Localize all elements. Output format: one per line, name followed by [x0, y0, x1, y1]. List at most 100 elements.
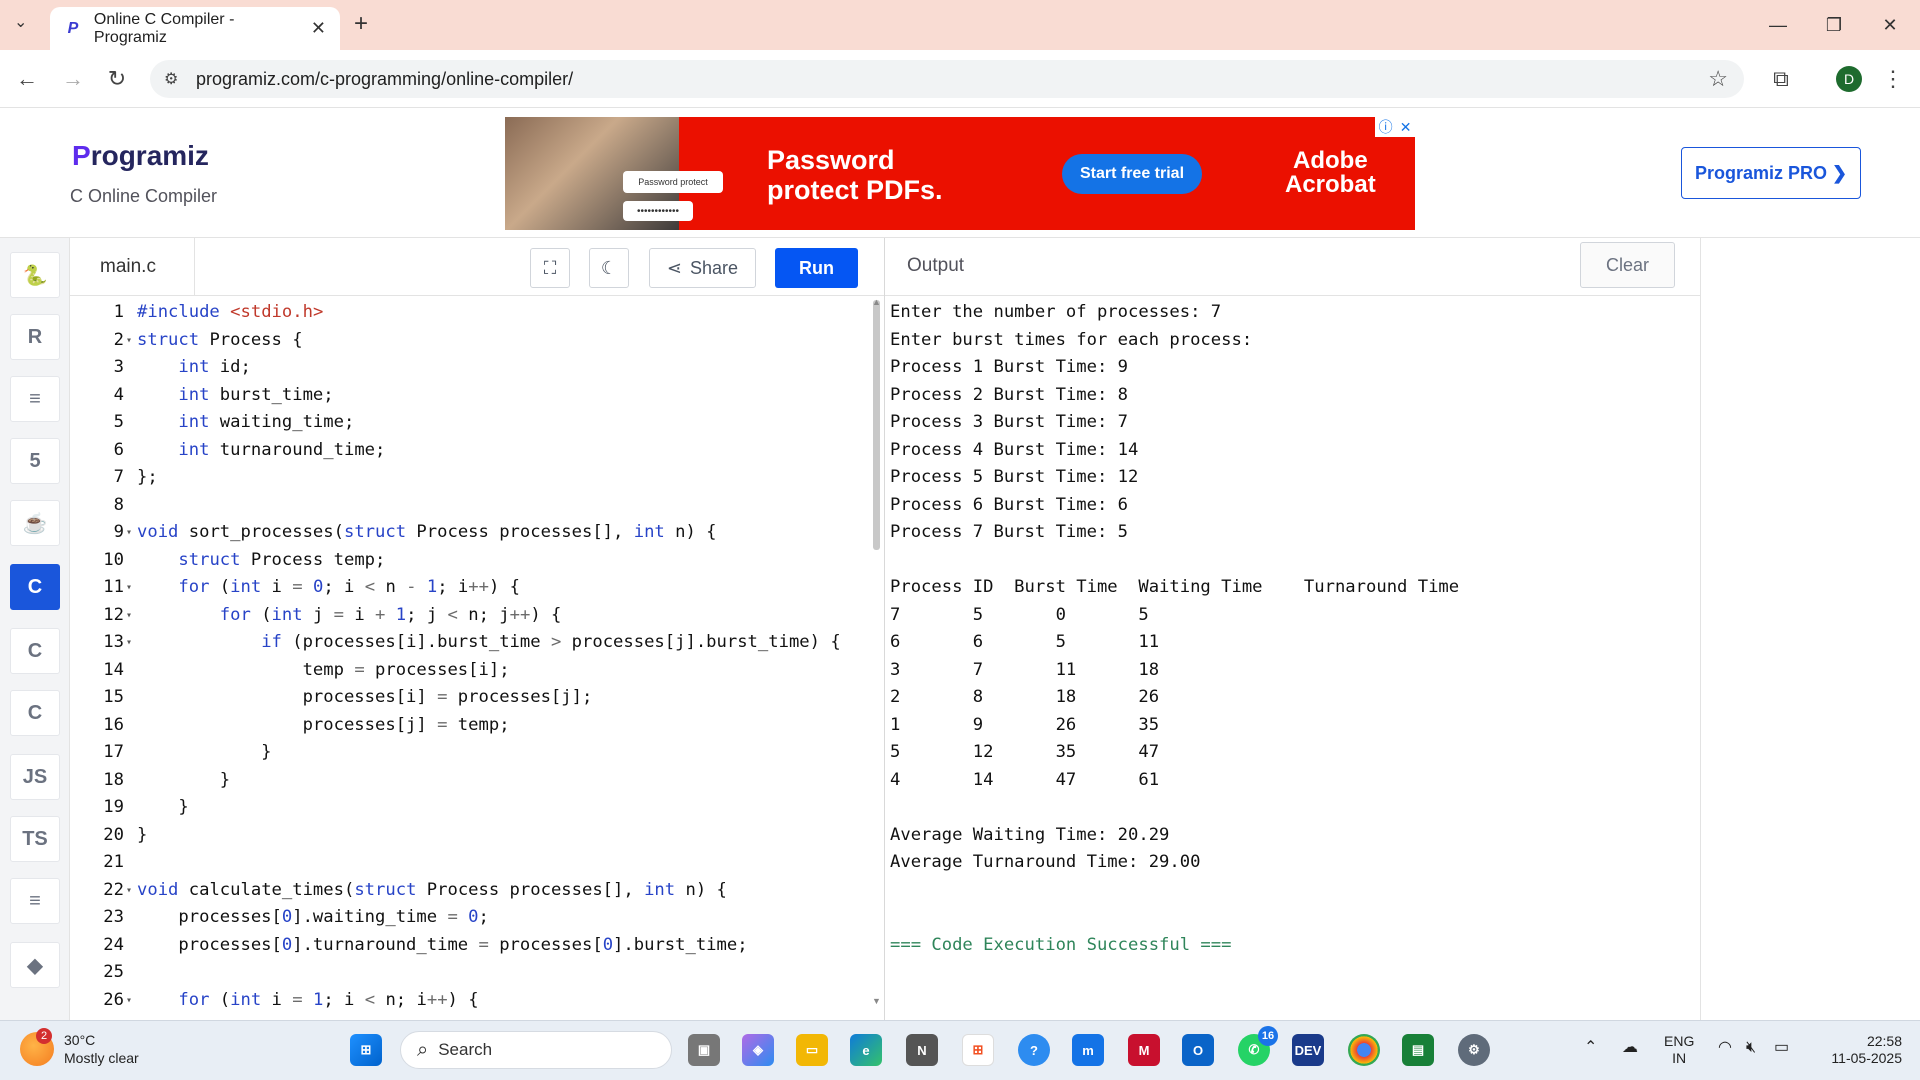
- mylio-icon[interactable]: m: [1072, 1034, 1104, 1066]
- code-line[interactable]: processes[0].waiting_time = 0;: [137, 904, 489, 932]
- site-info-icon[interactable]: ⚙: [164, 69, 178, 89]
- edge-icon[interactable]: e: [850, 1034, 882, 1066]
- volume-muted-icon[interactable]: 🔇︎: [1746, 1039, 1756, 1056]
- clear-button[interactable]: Clear: [1580, 242, 1675, 288]
- ad-choices-icon[interactable]: ⓘ ✕: [1375, 117, 1415, 137]
- programiz-pro-button[interactable]: Programiz PRO ❯: [1681, 147, 1861, 199]
- code-line[interactable]: int turnaround_time;: [137, 437, 385, 465]
- reload-icon[interactable]: ↻: [100, 62, 134, 96]
- new-tab-icon[interactable]: +: [354, 10, 368, 38]
- fold-arrow-icon[interactable]: ▾: [126, 602, 132, 630]
- code-line[interactable]: int burst_time;: [137, 382, 333, 410]
- wifi-icon[interactable]: ◠: [1718, 1039, 1732, 1056]
- share-button[interactable]: ⋖ Share: [649, 248, 756, 288]
- code-line[interactable]: processes[j] = temp;: [137, 712, 510, 740]
- language-indicator[interactable]: ENG IN: [1664, 1033, 1694, 1067]
- browser-menu-icon[interactable]: ⋮: [1876, 62, 1910, 96]
- classroom-icon[interactable]: ▤: [1402, 1034, 1434, 1066]
- start-icon[interactable]: ⊞: [350, 1034, 382, 1066]
- dark-mode-icon[interactable]: ☾: [589, 248, 629, 288]
- whatsapp-icon[interactable]: ✆ 16: [1238, 1026, 1278, 1066]
- extensions-icon[interactable]: ⧉: [1764, 62, 1798, 96]
- mcafee-icon[interactable]: M: [1128, 1034, 1160, 1066]
- code-line[interactable]: int waiting_time;: [137, 409, 354, 437]
- scroll-up-icon[interactable]: ▲: [872, 297, 881, 307]
- battery-icon[interactable]: ▭: [1774, 1039, 1789, 1056]
- code-line[interactable]: }: [137, 739, 271, 767]
- code-line[interactable]: }: [137, 767, 230, 795]
- code-line[interactable]: struct Process temp;: [137, 547, 385, 575]
- sidebar-item-js[interactable]: JS: [10, 754, 60, 800]
- programiz-logo[interactable]: Programiz: [72, 140, 209, 172]
- sidebar-item-ts[interactable]: TS: [10, 816, 60, 862]
- task-view-icon[interactable]: ▣: [688, 1034, 720, 1066]
- chrome-icon[interactable]: [1348, 1034, 1380, 1066]
- code-line[interactable]: #include <stdio.h>: [137, 299, 323, 327]
- code-line[interactable]: processes[0].turnaround_time = processes…: [137, 932, 747, 960]
- profile-avatar[interactable]: D: [1836, 66, 1862, 92]
- code-line[interactable]: int id;: [137, 354, 250, 382]
- fold-arrow-icon[interactable]: ▾: [126, 629, 132, 657]
- forward-icon[interactable]: →: [56, 62, 90, 96]
- taskbar-search[interactable]: ⌕ Search: [400, 1031, 672, 1069]
- fullscreen-icon[interactable]: ⛶: [530, 248, 570, 288]
- notion-icon[interactable]: N: [906, 1034, 938, 1066]
- output-line: 1 9 26 35: [890, 714, 1160, 735]
- weather-widget[interactable]: 2 30°C Mostly clear: [20, 1028, 139, 1067]
- devcpp-icon[interactable]: DEV: [1292, 1034, 1324, 1066]
- fold-arrow-icon[interactable]: ▾: [126, 877, 132, 905]
- file-tab[interactable]: main.c: [70, 238, 195, 296]
- onedrive-icon[interactable]: ☁: [1622, 1039, 1638, 1056]
- bookmark-star-icon[interactable]: ☆: [1708, 66, 1728, 92]
- minimize-icon[interactable]: —: [1758, 10, 1798, 40]
- sidebar-item-python[interactable]: 🐍: [10, 252, 60, 298]
- code-line[interactable]: for (int j = i + 1; j < n; j++) {: [137, 602, 562, 630]
- fold-arrow-icon[interactable]: ▾: [126, 519, 132, 547]
- close-window-icon[interactable]: ✕: [1870, 10, 1910, 40]
- scroll-down-icon[interactable]: ▼: [872, 996, 881, 1006]
- sidebar-item-go[interactable]: ≡: [10, 878, 60, 924]
- sidebar-item-c[interactable]: C: [10, 564, 60, 610]
- fold-arrow-icon[interactable]: ▾: [126, 327, 132, 355]
- ms-store-icon[interactable]: ⊞: [962, 1034, 994, 1066]
- code-line[interactable]: void calculate_times(struct Process proc…: [137, 877, 727, 905]
- fold-arrow-icon[interactable]: ▾: [126, 574, 132, 602]
- browser-tab[interactable]: P Online C Compiler - Programiz ✕: [50, 7, 340, 50]
- code-line[interactable]: temp = processes[i];: [137, 657, 510, 685]
- code-line[interactable]: if (processes[i].burst_time > processes[…: [137, 629, 841, 657]
- sidebar-item-html[interactable]: 5: [10, 438, 60, 484]
- code-line[interactable]: for (int i = 0; i < n - 1; i++) {: [137, 574, 520, 602]
- outlook-icon[interactable]: O: [1182, 1034, 1214, 1066]
- settings-icon[interactable]: ⚙: [1458, 1034, 1490, 1066]
- sidebar-item-cpp[interactable]: C: [10, 628, 60, 674]
- code-line[interactable]: };: [137, 464, 158, 492]
- sidebar-item-r[interactable]: R: [10, 314, 60, 360]
- close-tab-icon[interactable]: ✕: [311, 18, 326, 39]
- code-line[interactable]: for (int i = 1; i < n; i++) {: [137, 987, 478, 1015]
- tray-chevron-icon[interactable]: ⌃: [1584, 1039, 1597, 1056]
- sidebar-item-csharp[interactable]: C: [10, 690, 60, 736]
- sidebar-item-sql[interactable]: ≡: [10, 376, 60, 422]
- back-icon[interactable]: ←: [10, 62, 44, 96]
- clock[interactable]: 22:58 11-05-2025: [1816, 1033, 1902, 1067]
- code-line[interactable]: struct Process {: [137, 327, 303, 355]
- copilot-icon[interactable]: ◈: [742, 1034, 774, 1066]
- tab-search-icon[interactable]: ⌄: [14, 12, 27, 32]
- pane-divider[interactable]: [884, 238, 885, 1020]
- url-field[interactable]: ⚙ programiz.com/c-programming/online-com…: [150, 60, 1744, 98]
- sidebar-item-swift[interactable]: ◆: [10, 942, 60, 988]
- code-line[interactable]: }: [137, 822, 147, 850]
- editor-scrollbar[interactable]: [873, 300, 880, 550]
- restore-icon[interactable]: ❐: [1814, 10, 1854, 40]
- run-button[interactable]: Run: [775, 248, 858, 288]
- sidebar-item-java[interactable]: ☕: [10, 500, 60, 546]
- advertisement-banner[interactable]: Password protect •••••••••••• Password p…: [505, 117, 1415, 230]
- help-icon[interactable]: ?: [1018, 1034, 1050, 1066]
- code-line[interactable]: }: [137, 794, 188, 822]
- code-editor[interactable]: 1 #include <stdio.h> 2 ▾ struct Process {3 i…: [70, 296, 880, 1020]
- code-line[interactable]: void sort_processes(struct Process proce…: [137, 519, 717, 547]
- file-explorer-icon[interactable]: ▭: [796, 1034, 828, 1066]
- ad-cta-button[interactable]: Start free trial: [1062, 154, 1202, 194]
- code-line[interactable]: processes[i] = processes[j];: [137, 684, 593, 712]
- fold-arrow-icon[interactable]: ▾: [126, 987, 132, 1015]
